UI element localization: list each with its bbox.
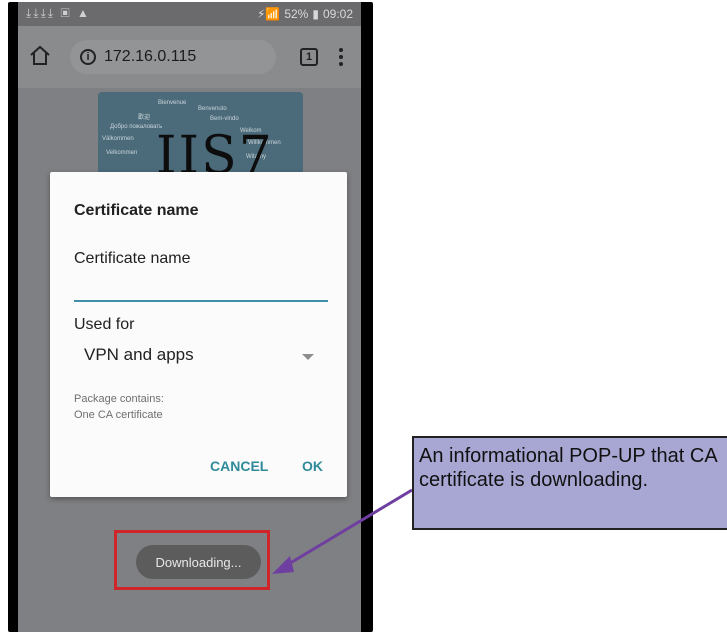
- info-icon[interactable]: i: [80, 49, 96, 65]
- address-bar[interactable]: i 172.16.0.115: [70, 40, 276, 74]
- package-contains-label: Package contains:: [74, 393, 164, 405]
- certificate-name-dialog: Certificate name Certificate name Used f…: [50, 172, 347, 497]
- used-for-label: Used for: [74, 316, 135, 333]
- clock: 09:02: [322, 7, 353, 21]
- status-right: ⚡︎📶 52% ▮ 09:02: [257, 7, 353, 21]
- cancel-button[interactable]: CANCEL: [210, 458, 268, 474]
- ok-button[interactable]: OK: [302, 458, 323, 474]
- overflow-menu-icon[interactable]: [338, 46, 344, 68]
- package-contents: One CA certificate: [74, 409, 163, 421]
- banner-title: IIS7: [156, 126, 274, 178]
- battery-level: 52%: [284, 7, 309, 21]
- used-for-select[interactable]: VPN and apps: [74, 340, 324, 370]
- annotation-callout: An informational POP-UP that CA certific…: [412, 436, 727, 530]
- signal-icon: ⚡︎📶: [256, 7, 281, 21]
- battery-icon: ▮: [312, 7, 319, 21]
- chevron-down-icon: [302, 354, 314, 360]
- notification-icons: ⤓⤓⤓⤓ ▣ ▲: [26, 6, 91, 20]
- highlight-box: [114, 530, 270, 590]
- browser-toolbar: i 172.16.0.115 1: [18, 26, 361, 88]
- status-bar: ⤓⤓⤓⤓ ▣ ▲ ⚡︎📶 52% ▮ 09:02: [18, 2, 361, 26]
- home-icon[interactable]: [28, 44, 52, 68]
- tab-switcher-button[interactable]: 1: [300, 48, 318, 66]
- dialog-title: Certificate name: [74, 202, 199, 219]
- iis-banner-image: Bienvenue Benvenuto 歡迎 Bem-vindo Добро п…: [98, 92, 303, 178]
- used-for-value: VPN and apps: [84, 345, 194, 364]
- certificate-name-placeholder: Certificate name: [74, 250, 191, 267]
- callout-text: An informational POP-UP that CA certific…: [419, 445, 717, 491]
- certificate-name-input[interactable]: [74, 272, 328, 302]
- url-text: 172.16.0.115: [104, 48, 197, 65]
